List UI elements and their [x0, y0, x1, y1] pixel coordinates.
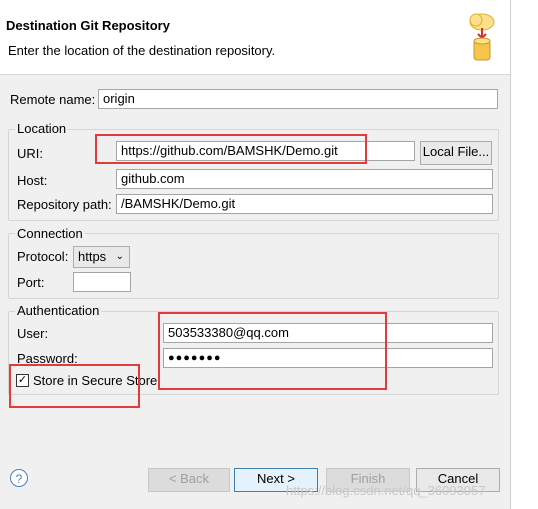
wizard-dialog: Destination Git Repository Enter the loc… [0, 0, 510, 509]
local-file-button[interactable]: Local File... [420, 141, 492, 165]
location-group-title: Location [15, 121, 69, 136]
store-highlight [9, 364, 140, 408]
protocol-value: https [78, 249, 107, 264]
protocol-label: Protocol: [17, 249, 69, 264]
user-label: User: [17, 326, 49, 341]
git-repository-icon [469, 13, 495, 61]
remote-name-input[interactable]: origin [98, 89, 498, 109]
wizard-title: Destination Git Repository [6, 18, 170, 33]
port-input[interactable] [73, 272, 131, 292]
connection-group-title: Connection [15, 226, 85, 241]
host-label: Host: [17, 173, 48, 188]
port-label: Port: [17, 275, 45, 290]
authentication-group-title: Authentication [15, 303, 102, 318]
background-editor-strip [510, 0, 538, 509]
repository-path-input[interactable]: /BAMSHK/Demo.git [116, 194, 493, 214]
back-button[interactable]: < Back [148, 468, 230, 492]
remote-name-label: Remote name: [10, 92, 96, 107]
protocol-select[interactable]: https ⌄ [73, 246, 130, 268]
repository-path-label: Repository path: [17, 197, 112, 212]
host-input[interactable]: github.com [116, 169, 493, 189]
wizard-subtitle: Enter the location of the destination re… [8, 43, 276, 58]
help-icon[interactable]: ? [10, 469, 28, 487]
chevron-down-icon: ⌄ [115, 251, 124, 262]
wizard-header: Destination Git Repository Enter the loc… [0, 0, 510, 75]
uri-label: URI: [17, 146, 43, 161]
uri-highlight [95, 134, 367, 164]
watermark: https://blog.csdn.net/qq_36093057 [286, 483, 486, 498]
credentials-highlight [158, 312, 387, 390]
